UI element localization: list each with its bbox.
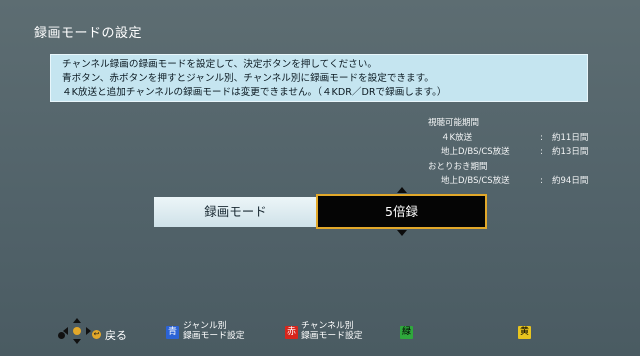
green-button-icon[interactable]: 緑 [400, 326, 413, 339]
instruction-line-1: チャンネル録画の録画モードを設定して、決定ボタンを押してください。 [62, 59, 377, 70]
instruction-line-3: ４K放送と追加チャンネルの録画モードは変更できません。（４KDR／DRで録画しま… [62, 87, 447, 98]
viewable-row-terrestrial: 地上D/BS/CS放送 : 約13日間 [441, 147, 589, 157]
blue-button-icon[interactable]: 青 [166, 326, 179, 339]
keep-row-terrestrial: 地上D/BS/CS放送 : 約94日間 [441, 176, 589, 186]
footer-guide: ↩ 戻る 青 ジャンル別 録画モード設定 赤 チャンネル別 録画モード設定 緑 … [0, 318, 640, 348]
instruction-box: チャンネル録画の録画モードを設定して、決定ボタンを押してください。 青ボタン、赤… [50, 54, 588, 102]
page-title: 録画モードの設定 [34, 26, 143, 41]
down-arrow-icon[interactable] [397, 230, 407, 236]
viewable-row-4k: ４K放送 : 約11日間 [441, 132, 589, 143]
storage-info: 視聴可能期間 ４K放送 : 約11日間 地上D/BS/CS放送 : 約13日間 … [428, 116, 628, 189]
recording-mode-label: 録画モード [154, 197, 317, 227]
viewable-period-header: 視聴可能期間 [428, 118, 480, 128]
red-button-icon[interactable]: 赤 [285, 326, 298, 339]
dpad-icon [58, 318, 94, 344]
yellow-button-icon[interactable]: 黄 [518, 326, 531, 339]
genre-mode-setting-label[interactable]: ジャンル別 録画モード設定 [183, 321, 245, 341]
recording-mode-selector[interactable]: 5倍録 [316, 194, 487, 229]
back-key-icon: ↩ [92, 330, 101, 339]
channel-mode-setting-label[interactable]: チャンネル別 録画モード設定 [301, 321, 363, 341]
up-arrow-icon[interactable] [397, 187, 407, 193]
instruction-line-2: 青ボタン、赤ボタンを押すとジャンル別、チャンネル別に録画モードを設定できます。 [62, 73, 434, 84]
back-label[interactable]: 戻る [105, 327, 127, 343]
keep-period-header: おとりおき期間 [428, 161, 488, 172]
